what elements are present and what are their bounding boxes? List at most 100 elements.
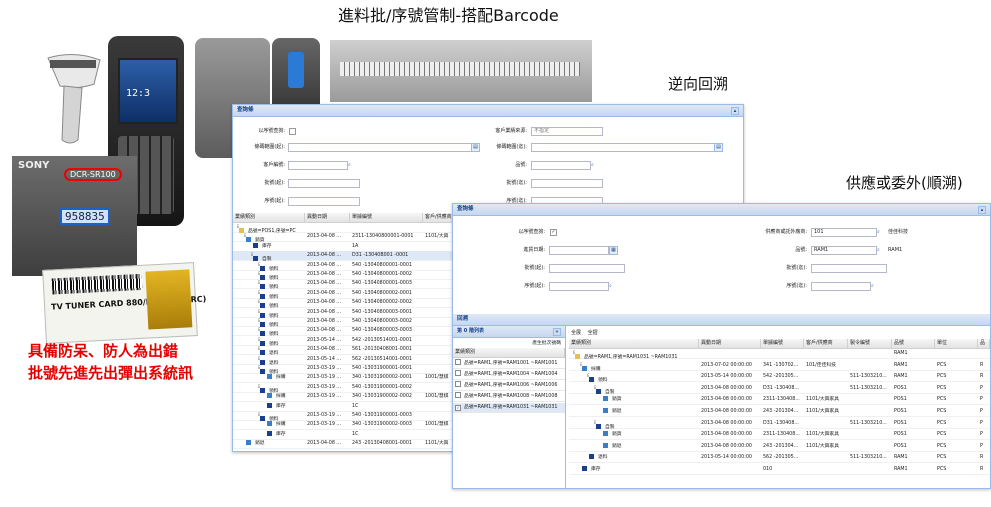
tree-label: 採購 (276, 394, 286, 400)
expand-all-button[interactable]: 全展 (571, 330, 581, 336)
list-item[interactable]: 品號=RAM1,序號=RAM1006 ~RAM1006 (453, 381, 565, 391)
column-header[interactable]: 異動日期 (305, 213, 350, 222)
column-header[interactable]: 客戶/供應商 (423, 213, 453, 222)
tree-label: 銷退 (612, 443, 622, 449)
cell-mo: 511-1303210... (850, 455, 887, 461)
table-row[interactable]: 退料 2013-05-14 00:00:00 562 -201305... 511-1… (569, 453, 990, 464)
list-item-checkbox[interactable] (455, 359, 461, 365)
tree-label: 自製 (605, 389, 615, 395)
product-input[interactable] (531, 161, 591, 170)
list-item[interactable]: 品號=RAM1,序號=RAM1004 ~RAM1004 (453, 370, 565, 380)
collapse-toggle-icon[interactable]: ▴ (731, 107, 739, 115)
list-item-checkbox[interactable]: ✓ (455, 405, 461, 411)
cell-doc: 243 -201304... (763, 409, 799, 414)
cell-date: 2013-04-08 ... (307, 234, 341, 240)
tree-label: 採購 (276, 422, 286, 428)
list-item-checkbox[interactable] (455, 381, 461, 387)
box-icon (589, 377, 594, 383)
fwd-product-search-icon[interactable]: ⌕ (877, 246, 880, 254)
fwd-date-calendar-button[interactable]: ▦ (609, 246, 618, 255)
column-header[interactable]: 業績類別 (233, 213, 305, 222)
collapse-left-icon[interactable]: « (553, 328, 561, 336)
column-header[interactable]: 單位 (935, 339, 978, 348)
generate-batch-button[interactable]: 產生批次號碼 (532, 339, 561, 346)
scan-range-from-button[interactable]: ▤ (471, 143, 480, 152)
fwd-batch-to-input[interactable] (811, 264, 887, 273)
batch-to-input[interactable] (531, 179, 603, 188)
cell-doc: 340 -13031900002-0001 (352, 375, 412, 381)
cell-item: POS1 (894, 385, 907, 391)
table-row[interactable]: ⊟自製2013-04-08 00:00:00D31 -130408...511-… (569, 384, 990, 395)
box-icon (582, 466, 587, 471)
cell-unit: PCS (937, 409, 947, 414)
sony-brand: SONY (18, 160, 50, 171)
batch-from-input[interactable] (288, 179, 360, 188)
tree-cell: 庫存 (233, 242, 305, 251)
forward-trace-title: 供應或委外(順溯) (846, 174, 963, 192)
table-row[interactable]: 銷貨 2013-04-08 00:00:00 2311-130408... 1101/… (569, 430, 990, 441)
column-header[interactable]: 客戶/供應商 (804, 339, 848, 348)
product-search-icon[interactable]: ⌕ (591, 161, 594, 169)
cell-doc: 1A (352, 243, 359, 249)
cell-doc: D31 -130408... (763, 385, 799, 391)
fwd-serial-from-input[interactable] (549, 282, 609, 291)
level-list-panel: 第 0 階列表 « 產生批次號碼 業績類別 品號=RAM1,序號=RAM1001 … (453, 326, 566, 488)
serial-from-input[interactable] (288, 197, 360, 206)
column-header[interactable]: 製令編號 (848, 339, 892, 348)
table-row[interactable]: 銷退 2013-04-08 00:00:00 243 -201304... 1101/… (569, 407, 990, 417)
column-header[interactable]: 業績類別 (453, 348, 565, 357)
list-item[interactable]: ✓ 品號=RAM1,序號=RAM1031 ~RAM1031 (453, 403, 565, 413)
table-row[interactable]: ⊟品號=RAM1,序號=RAM1031 ~RAM1031RAM1 (569, 349, 990, 360)
fwd-date-row: 進貨日期: ▦ (453, 246, 713, 255)
batch-to-row: 批號(迄): (483, 179, 738, 188)
customer-type-select[interactable]: 不指定 (531, 127, 603, 136)
camcorder-label-image: SONY DCR-SR100 958835 (12, 156, 137, 276)
collapse-toggle-icon[interactable]: ▴ (978, 206, 986, 214)
cell-doc: 542 -201305... (763, 374, 799, 380)
table-row[interactable]: 庫存 010 RAM1 PCS R (569, 465, 990, 475)
column-header[interactable]: 品號 (892, 339, 935, 348)
cell-item: POS1 (894, 432, 907, 438)
table-row[interactable]: ⊟自製2013-04-08 00:00:00D31 -130408...511-… (569, 419, 990, 430)
cell-date: 2013-04-08 ... (307, 300, 341, 306)
list-item[interactable]: 品號=RAM1,序號=RAM1008 ~RAM1008 (453, 392, 565, 402)
column-header[interactable]: 單據編號 (761, 339, 804, 348)
fwd-only-serial-checkbox[interactable]: ✓ (550, 229, 557, 236)
column-header[interactable]: 單據編號 (350, 213, 423, 222)
fwd-serial-to-search-icon[interactable]: ⌕ (871, 282, 874, 290)
cell-doc: 010 (763, 467, 773, 472)
cell-item: RAM1 (894, 351, 908, 356)
column-header[interactable]: 品 (978, 339, 990, 348)
customer-search-icon[interactable]: ⌕ (348, 161, 351, 169)
fwd-serial-search-icon[interactable]: ⌕ (609, 282, 612, 290)
fwd-vendor-input[interactable]: 101 (811, 228, 877, 237)
fwd-product-input[interactable]: RAM1 (811, 246, 877, 255)
cell-x: P (980, 443, 983, 449)
cell-date: 2013-04-08 00:00:00 (701, 420, 752, 426)
list-item-checkbox[interactable] (455, 392, 461, 398)
cell-doc: 540 -13040800003-0002 (352, 319, 412, 324)
fwd-date-input[interactable] (549, 246, 609, 255)
fwd-serial-to-input[interactable] (811, 282, 871, 291)
list-item-checkbox[interactable] (455, 370, 461, 376)
collapse-all-button[interactable]: 全摺 (588, 330, 598, 336)
fwd-only-serial-row: 以序號查詢: ✓ (518, 229, 557, 236)
cell-item: RAM1 (894, 362, 908, 368)
table-row[interactable]: 銷退 2013-04-08 00:00:00 243 -201304... 1101/… (569, 442, 990, 452)
column-header[interactable]: 業績類別 (569, 339, 699, 348)
fwd-vendor-search-icon[interactable]: ⌕ (877, 228, 880, 236)
table-row[interactable]: 銷貨 2013-04-08 00:00:00 2311-130408... 1101/… (569, 395, 990, 406)
cell-item: POS1 (894, 409, 907, 414)
fwd-batch-from-input[interactable] (549, 264, 625, 273)
list-item[interactable]: 品號=RAM1,序號=RAM1001 ~RAM1001 (453, 359, 565, 369)
customer-input[interactable] (288, 161, 348, 170)
scan-range-to-input[interactable] (531, 143, 715, 152)
only-serial-checkbox[interactable] (289, 128, 296, 135)
tree-toolbar: 全展 全摺 (571, 329, 598, 336)
scan-range-from-input[interactable] (288, 143, 472, 152)
table-row[interactable]: ⊟採購2013-07-02 00:00:00341 -130702...101/… (569, 361, 990, 372)
table-row[interactable]: ⊟領料2013-05-14 00:00:00542 -201305...511-… (569, 372, 990, 383)
cell-date: 2013-04-08 ... (307, 290, 341, 296)
scan-range-to-button[interactable]: ▤ (714, 143, 723, 152)
column-header[interactable]: 異動日期 (699, 339, 761, 348)
